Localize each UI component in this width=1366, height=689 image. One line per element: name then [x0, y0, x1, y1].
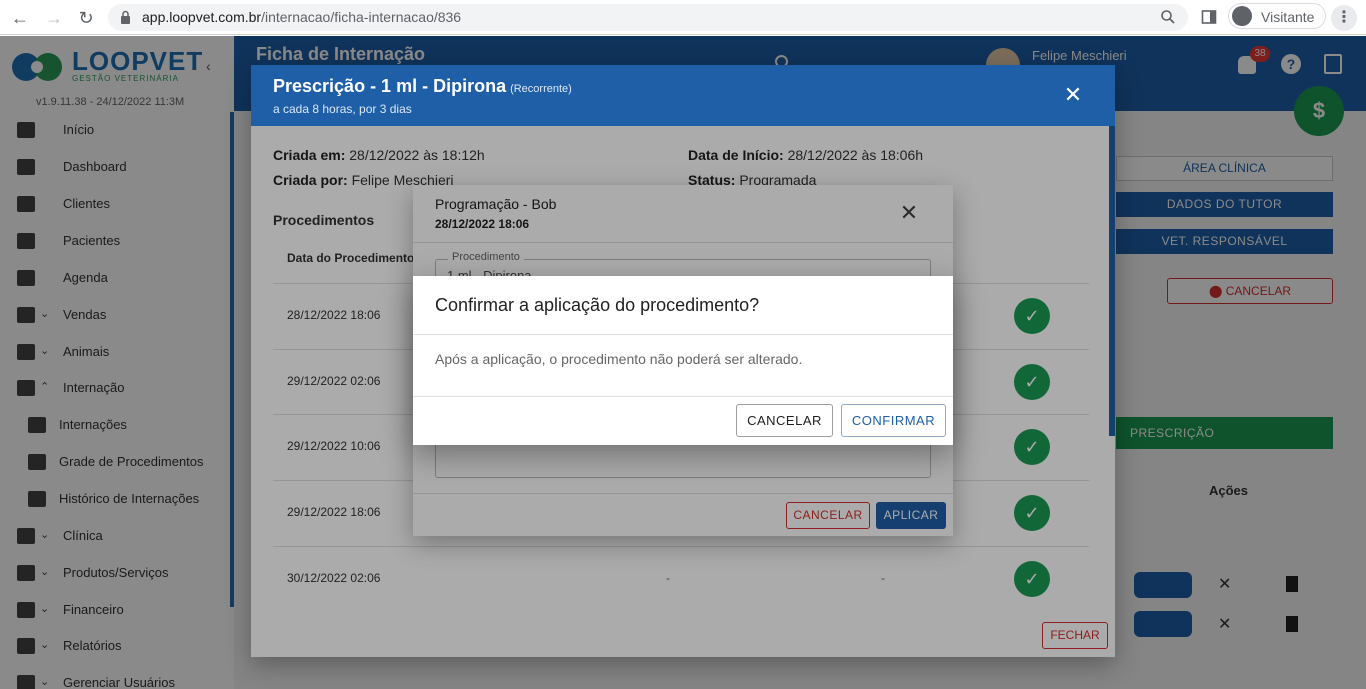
url-text: app.loopvet.com.br/internacao/ficha-inte… — [142, 9, 462, 25]
prescription-header: Prescrição - 1 ml - Dipirona (Recorrente)… — [251, 65, 1115, 126]
confirm-button[interactable]: CONFIRMAR — [841, 404, 946, 437]
profile-button[interactable]: Visitante — [1228, 3, 1326, 29]
prescription-title: Prescrição - 1 ml - Dipirona (Recorrente) — [273, 76, 572, 96]
zoom-icon[interactable] — [1160, 9, 1176, 25]
divider — [413, 334, 953, 335]
reload-icon[interactable]: ↻ — [74, 6, 98, 30]
profile-label: Visitante — [1261, 9, 1315, 25]
kebab-icon[interactable]: ⋮ — [1331, 5, 1357, 31]
back-icon[interactable]: ← — [8, 6, 32, 30]
forward-icon[interactable]: → — [42, 6, 66, 30]
cancel-button[interactable]: CANCELAR — [736, 404, 833, 437]
prescription-subtitle: a cada 8 horas, por 3 dias — [273, 102, 412, 116]
divider — [413, 396, 953, 397]
browser-toolbar: ← → ↻ app.loopvet.com.br/internacao/fich… — [0, 0, 1366, 35]
address-bar[interactable]: app.loopvet.com.br/internacao/ficha-inte… — [108, 4, 1188, 31]
confirm-dialog: Confirmar a aplicação do procedimento? A… — [413, 276, 953, 445]
confirm-title: Confirmar a aplicação do procedimento? — [435, 295, 760, 315]
close-icon[interactable]: ✕ — [1061, 83, 1085, 107]
sidepanel-icon[interactable] — [1201, 9, 1217, 25]
lock-icon — [121, 10, 130, 24]
profile-icon — [1232, 6, 1252, 26]
confirm-message: Após a aplicação, o procedimento não pod… — [435, 351, 803, 367]
